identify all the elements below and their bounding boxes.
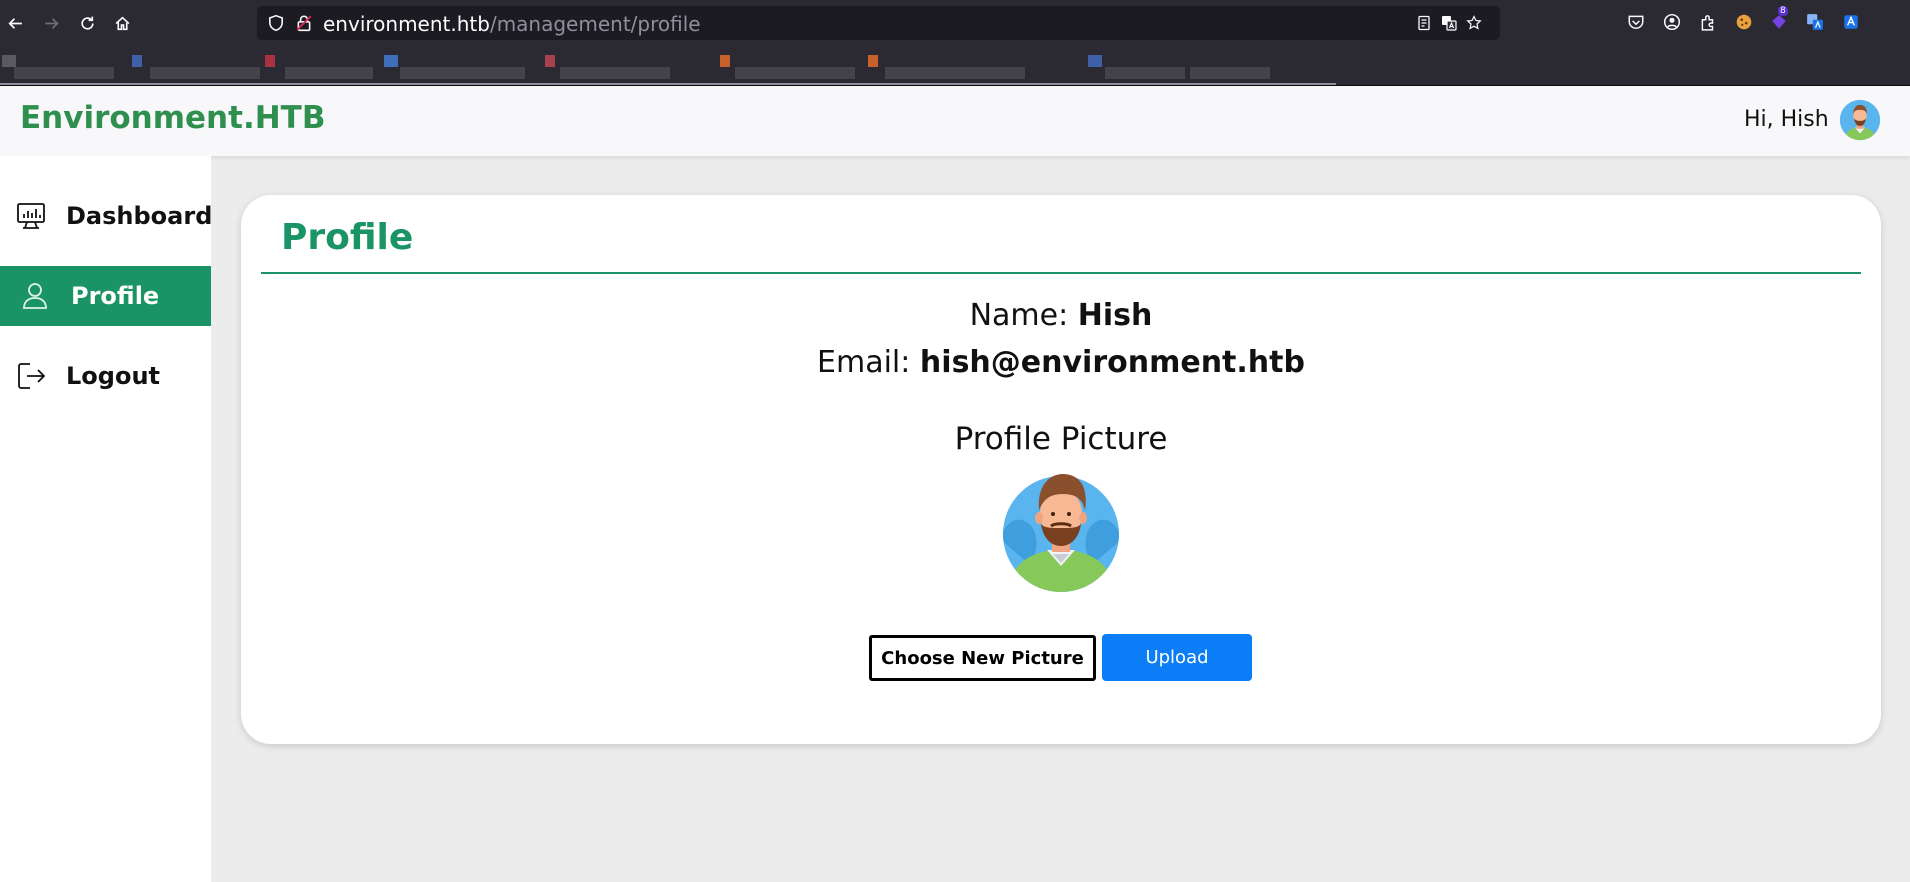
star-icon[interactable] xyxy=(1466,15,1482,31)
name-label: Name: xyxy=(969,298,1069,333)
bookmark-item[interactable] xyxy=(560,67,670,79)
bookmarks-divider xyxy=(0,83,1336,85)
email-value: hish@environment.htb xyxy=(919,345,1305,380)
user-avatar[interactable] xyxy=(1839,99,1881,141)
sidebar-item-profile[interactable]: Profile xyxy=(0,266,211,326)
forward-icon[interactable] xyxy=(39,11,63,35)
language-extension-icon[interactable] xyxy=(1842,13,1860,31)
profile-picture-label: Profile Picture xyxy=(954,421,1168,457)
browser-toolbar: environment.htb/management/profile 8 xyxy=(0,0,1910,46)
logout-icon xyxy=(18,363,46,389)
bookmark-item[interactable] xyxy=(735,67,855,79)
account-icon[interactable] xyxy=(1663,13,1681,31)
page-title: Profile xyxy=(281,217,414,258)
profile-card: Profile Name: Hish Email: hish@environme… xyxy=(241,195,1881,744)
shield-icon[interactable] xyxy=(267,14,285,32)
user-icon xyxy=(23,283,47,309)
dashboard-icon xyxy=(17,203,45,229)
sidebar: Dashboard Profile Logout xyxy=(0,156,213,882)
bookmark-item[interactable] xyxy=(885,67,1025,79)
user-greeting: Hi, Hish xyxy=(1744,107,1829,132)
title-divider xyxy=(261,272,1861,274)
home-icon[interactable] xyxy=(110,11,134,35)
name-value: Hish xyxy=(1077,298,1153,333)
bookmark-item[interactable] xyxy=(400,67,525,79)
bookmark-item[interactable] xyxy=(1190,67,1270,79)
site-header: Environment.HTB Hi, Hish xyxy=(0,86,1910,156)
hack-extension-icon[interactable]: 8 xyxy=(1770,6,1788,31)
url-text[interactable]: environment.htb/management/profile xyxy=(323,12,701,36)
profile-email-row: Email: hish@environment.htb xyxy=(241,345,1881,380)
bookmark-item[interactable] xyxy=(285,67,373,79)
site-brand[interactable]: Environment.HTB xyxy=(20,100,325,136)
reader-icon[interactable] xyxy=(1416,15,1432,31)
url-bar[interactable]: environment.htb/management/profile xyxy=(257,6,1500,40)
bookmark-item[interactable] xyxy=(14,67,114,79)
upload-button[interactable]: Upload xyxy=(1102,634,1252,681)
email-label: Email: xyxy=(817,345,911,380)
bookmark-item[interactable] xyxy=(2,55,16,67)
bookmark-item[interactable] xyxy=(265,55,275,67)
translate-extension-icon[interactable] xyxy=(1806,13,1824,31)
bookmark-item[interactable] xyxy=(1088,55,1102,67)
bookmark-item[interactable] xyxy=(150,67,260,79)
translate-icon[interactable] xyxy=(1441,15,1457,31)
sidebar-item-label: Profile xyxy=(71,282,160,310)
bookmarks-bar xyxy=(0,48,1336,86)
extensions-icon[interactable] xyxy=(1699,13,1717,31)
profile-name-row: Name: Hish xyxy=(241,298,1881,333)
sidebar-item-label: Dashboard xyxy=(66,202,213,230)
bookmark-item[interactable] xyxy=(545,55,555,67)
sidebar-item-dashboard[interactable]: Dashboard xyxy=(0,186,213,246)
url-host: environment.htb xyxy=(323,12,490,36)
bookmark-item[interactable] xyxy=(720,55,730,67)
url-path: /management/profile xyxy=(489,12,701,36)
pocket-icon[interactable] xyxy=(1627,13,1645,31)
bookmark-item[interactable] xyxy=(1105,67,1185,79)
sidebar-item-label: Logout xyxy=(66,362,161,390)
bookmark-item[interactable] xyxy=(384,55,398,67)
back-icon[interactable] xyxy=(3,11,27,35)
lock-icon[interactable] xyxy=(295,14,313,32)
bookmark-item[interactable] xyxy=(132,55,142,67)
extension-badge: 8 xyxy=(1778,6,1788,16)
bookmark-item[interactable] xyxy=(868,55,878,67)
profile-picture xyxy=(1003,474,1119,592)
sidebar-item-logout[interactable]: Logout xyxy=(0,346,211,406)
cookie-extension-icon[interactable] xyxy=(1735,13,1753,31)
reload-icon[interactable] xyxy=(75,11,99,35)
choose-picture-button[interactable]: Choose New Picture xyxy=(869,635,1096,681)
browser-chrome: environment.htb/management/profile 8 xyxy=(0,0,1910,86)
